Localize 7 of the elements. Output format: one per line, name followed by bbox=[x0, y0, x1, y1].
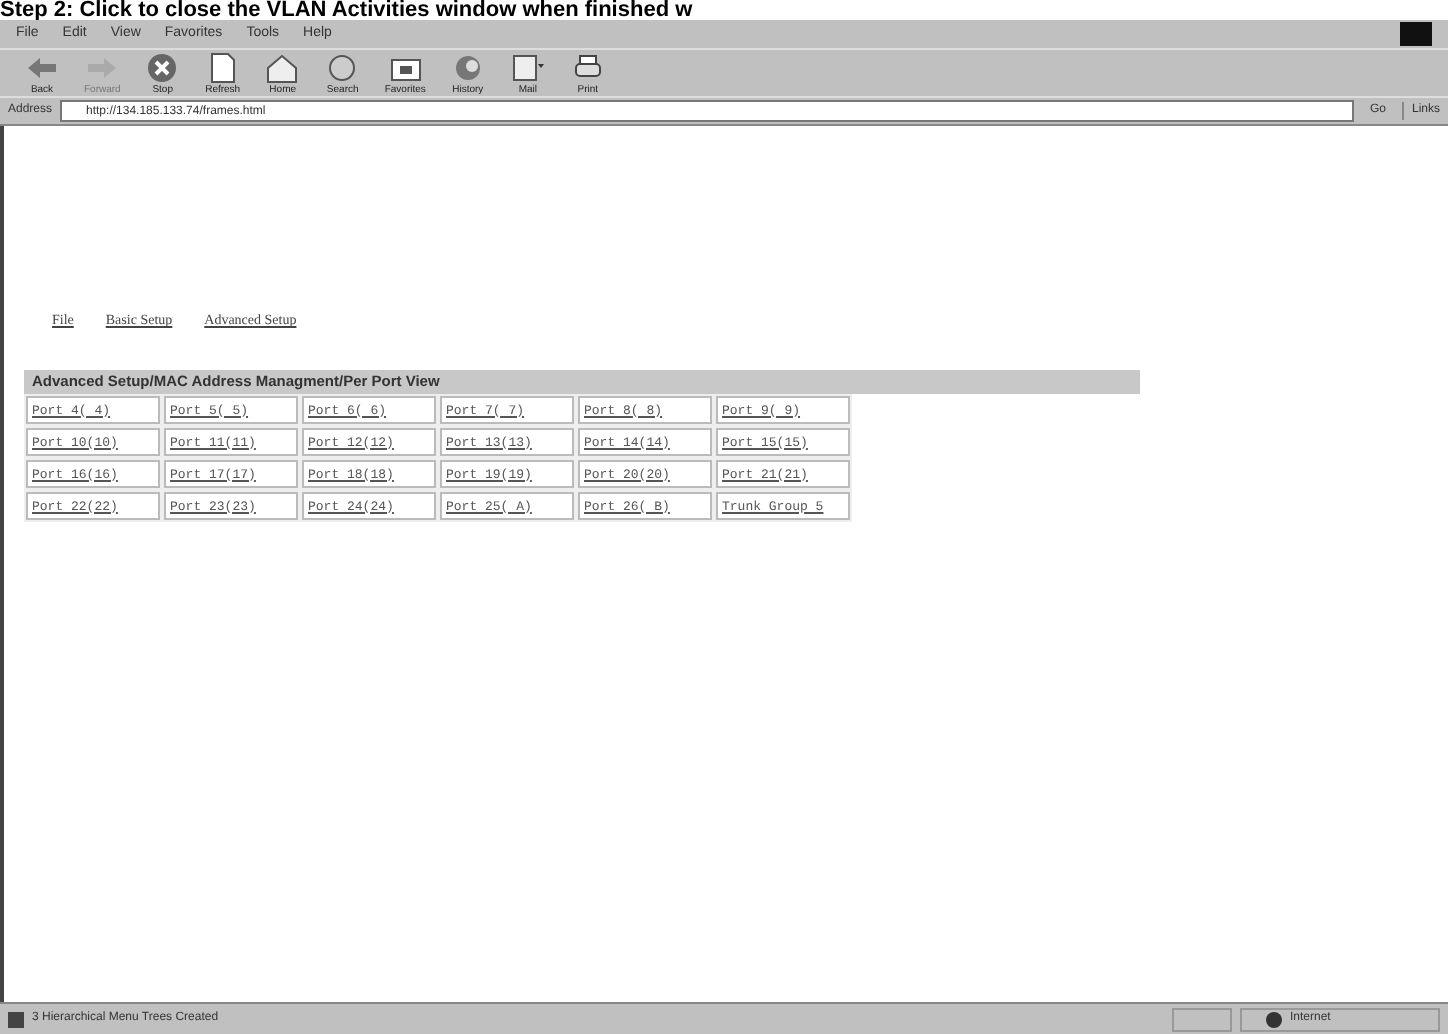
stop-icon bbox=[144, 52, 181, 84]
status-panel bbox=[1172, 1007, 1232, 1031]
home-icon bbox=[264, 52, 301, 84]
mail-icon bbox=[509, 52, 546, 84]
back-arrow-icon bbox=[24, 52, 60, 84]
caption: Step 2: Click to close the VLAN Activities window when finished w bbox=[0, 0, 695, 20]
forward-arrow-icon bbox=[84, 52, 121, 84]
